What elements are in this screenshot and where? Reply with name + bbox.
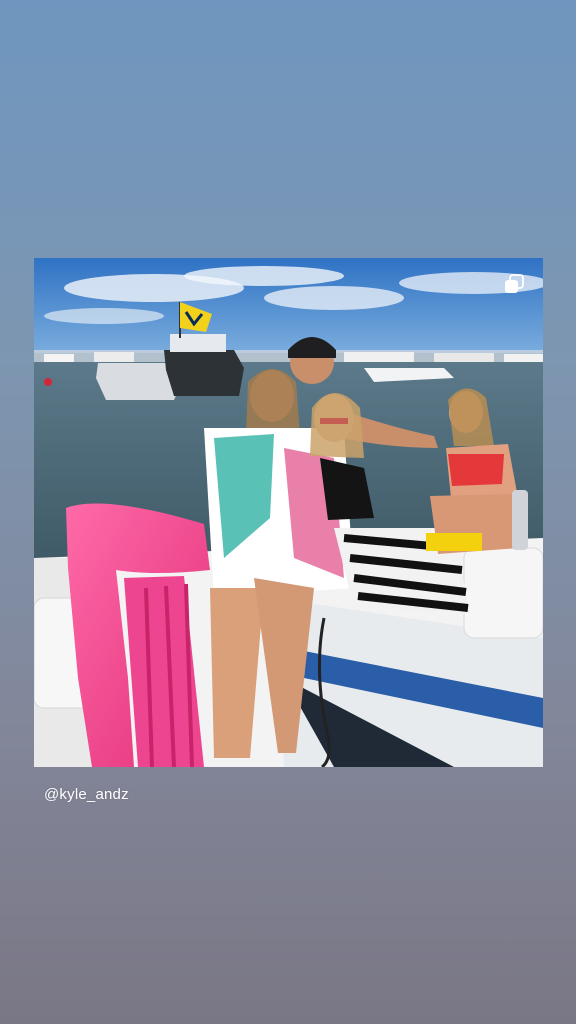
boat-party-photo [34,258,543,767]
mention-sticker[interactable]: @kyle_andz [44,786,129,803]
carousel-squares-icon [504,274,524,294]
shared-post-photo[interactable] [34,258,543,767]
